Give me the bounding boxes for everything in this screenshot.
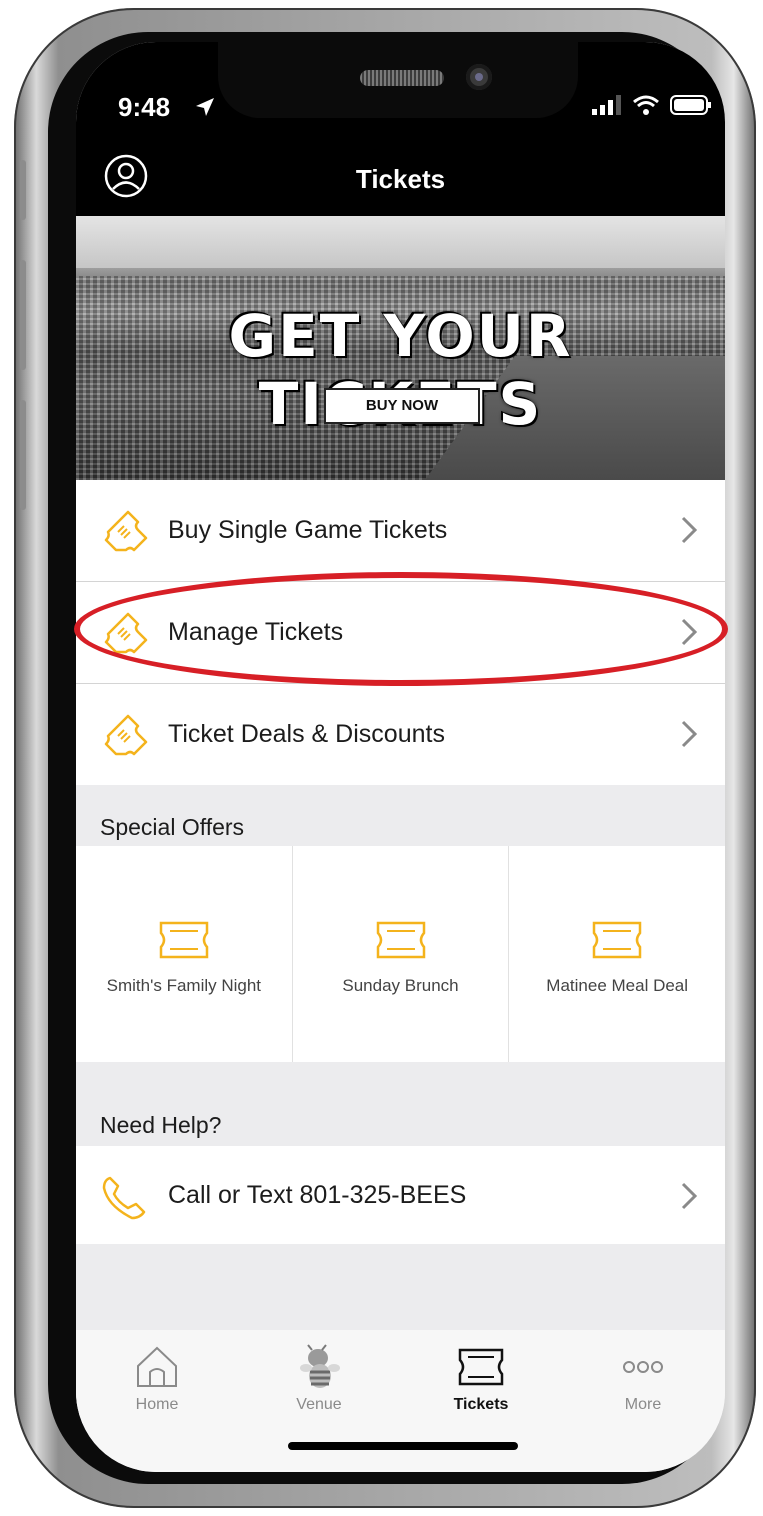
call-or-text-row[interactable]: Call or Text 801-325-BEES (76, 1146, 725, 1244)
offer-label: Matinee Meal Deal (546, 976, 689, 995)
side-button (20, 160, 26, 220)
menu-item-label: Manage Tickets (168, 618, 344, 646)
tickets-banner[interactable]: GET YOUR TICKETS BUY NOW (76, 216, 725, 480)
menu-item-manage-tickets[interactable]: Manage Tickets (76, 582, 725, 684)
ticket-icon (458, 1348, 504, 1386)
ticket-icon (104, 510, 148, 552)
tab-label: Home (135, 1396, 179, 1413)
ticket-icon (592, 921, 642, 959)
chevron-right-icon (681, 720, 698, 748)
offer-label: Sunday Brunch (342, 976, 459, 995)
front-camera (466, 64, 492, 90)
tab-tickets[interactable]: Tickets (400, 1344, 562, 1414)
status-icons (592, 94, 712, 116)
side-button (20, 260, 26, 370)
nav-header: Tickets (76, 142, 725, 216)
menu-item-label: Buy Single Game Tickets (168, 516, 448, 544)
offer-tile-smiths-family-night[interactable]: Smith's Family Night (76, 846, 293, 1062)
phone-icon (102, 1176, 146, 1220)
chevron-right-icon (681, 618, 698, 646)
tab-label: Venue (296, 1396, 342, 1413)
ticket-icon (104, 612, 148, 654)
menu-item-label: Ticket Deals & Discounts (168, 720, 445, 748)
chevron-right-icon (681, 1182, 698, 1210)
app-screen: 9:48 Tickets GET YOUR BUY NOW Buy Single… (76, 42, 725, 1472)
battery-icon (670, 95, 711, 115)
home-icon (137, 1346, 177, 1387)
offer-tile-sunday-brunch[interactable]: Sunday Brunch (293, 846, 510, 1062)
ticket-icon (159, 921, 209, 959)
chevron-right-icon (681, 516, 698, 544)
earpiece-speaker (360, 70, 444, 86)
tab-more[interactable]: More (562, 1344, 724, 1414)
tab-venue[interactable]: Venue (238, 1344, 400, 1414)
buy-now-button[interactable]: BUY NOW (324, 388, 480, 424)
side-button (20, 400, 26, 510)
page-title: Tickets (355, 164, 446, 194)
offer-tile-matinee-meal-deal[interactable]: Matinee Meal Deal (509, 846, 725, 1062)
more-dots-icon (623, 1361, 663, 1373)
tab-home[interactable]: Home (76, 1344, 238, 1414)
special-offers-title: Special Offers (100, 814, 245, 840)
home-indicator (288, 1442, 518, 1450)
special-offers-grid: Smith's Family Night Sunday Brunch Matin… (76, 846, 725, 1062)
need-help-title: Need Help? (100, 1112, 222, 1138)
location-arrow-icon (196, 98, 214, 116)
tab-label: Tickets (453, 1396, 509, 1413)
signal-icon (592, 95, 621, 115)
tab-bar: Home Venue Tickets More (76, 1330, 725, 1472)
offer-label: Smith's Family Night (106, 976, 262, 995)
menu-item-buy-single-game-tickets[interactable]: Buy Single Game Tickets (76, 480, 725, 582)
help-list: Call or Text 801-325-BEES (76, 1146, 725, 1244)
menu-item-ticket-deals-discounts[interactable]: Ticket Deals & Discounts (76, 684, 725, 785)
bee-mascot-icon (300, 1344, 340, 1388)
ticket-icon (376, 921, 425, 959)
ticket-menu-list: Buy Single Game Tickets Manage Tickets T… (76, 480, 725, 785)
status-time: 9:48 (118, 92, 171, 122)
tab-label: More (624, 1396, 662, 1413)
ticket-icon (104, 714, 148, 756)
call-or-text-label: Call or Text 801-325-BEES (168, 1180, 467, 1209)
banner-sky (76, 216, 725, 268)
wifi-icon (633, 95, 659, 115)
